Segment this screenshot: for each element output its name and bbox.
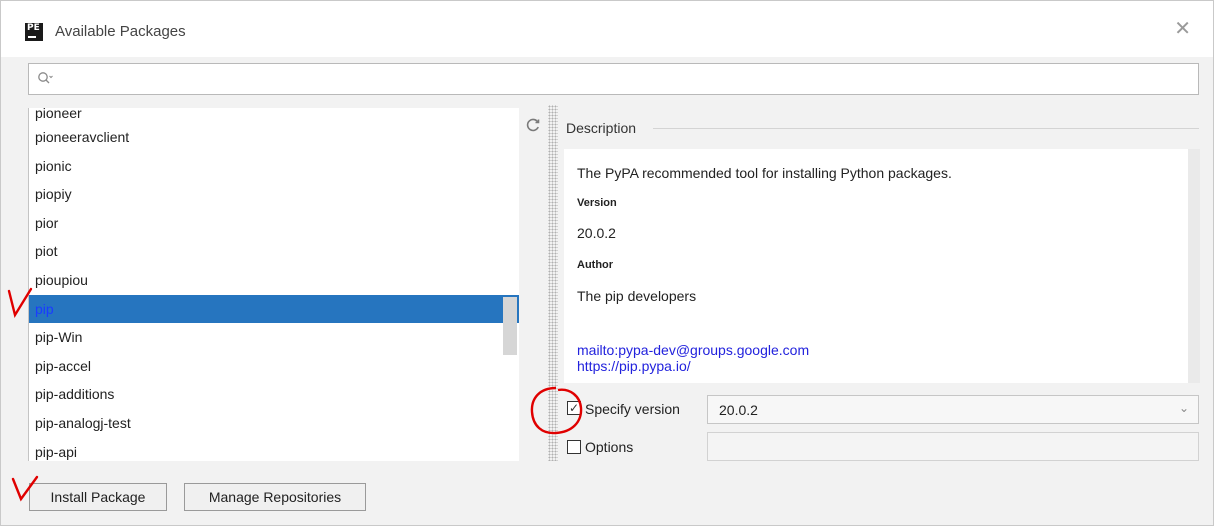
- list-item[interactable]: pip-Win: [29, 323, 519, 352]
- pycharm-edu-icon: PE: [25, 23, 43, 41]
- description-scrollbar[interactable]: [1188, 149, 1200, 383]
- list-item[interactable]: piopiy: [29, 180, 519, 209]
- list-scrollbar-thumb[interactable]: [503, 297, 517, 355]
- list-item[interactable]: pior: [29, 209, 519, 238]
- options-field[interactable]: [707, 432, 1199, 461]
- list-item[interactable]: pioneeravclient: [29, 123, 519, 152]
- list-item[interactable]: pioupiou: [29, 266, 519, 295]
- list-item[interactable]: piot: [29, 237, 519, 266]
- homepage-link[interactable]: https://pip.pypa.io/: [577, 358, 691, 374]
- author-label: Author: [577, 259, 614, 271]
- description-divider: [653, 128, 1199, 129]
- list-item[interactable]: pioneer: [29, 108, 519, 123]
- list-item[interactable]: pip-additions: [29, 380, 519, 409]
- search-field[interactable]: [28, 63, 1199, 95]
- version-select[interactable]: 20.0.2 ⌄: [707, 395, 1199, 424]
- version-label: Version: [577, 197, 617, 209]
- app-icon-text: PE: [27, 23, 40, 33]
- options-label[interactable]: Options: [585, 439, 633, 455]
- package-summary: The PyPA recommended tool for installing…: [577, 165, 952, 181]
- specify-version-checkbox[interactable]: ✓: [567, 401, 581, 415]
- package-list[interactable]: pioneer pioneeravclient pionic piopiy pi…: [28, 108, 519, 461]
- description-panel: The PyPA recommended tool for installing…: [564, 149, 1188, 383]
- email-link[interactable]: mailto:pypa-dev@groups.google.com: [577, 342, 809, 358]
- window-title: Available Packages: [55, 23, 186, 40]
- list-item-selected[interactable]: pip: [29, 294, 519, 324]
- list-item[interactable]: pionic: [29, 152, 519, 181]
- install-package-button[interactable]: Install Package: [29, 483, 167, 511]
- version-value: 20.0.2: [577, 225, 616, 241]
- available-packages-dialog: PE Available Packages ✕ pioneer pioneera…: [0, 0, 1214, 526]
- list-item[interactable]: pip-api: [29, 438, 519, 461]
- specify-version-label[interactable]: Specify version: [585, 401, 680, 417]
- search-input[interactable]: [59, 68, 1183, 92]
- version-select-value: 20.0.2: [719, 402, 758, 418]
- list-item[interactable]: pip-accel: [29, 352, 519, 381]
- search-icon[interactable]: [37, 71, 53, 88]
- description-header: Description: [566, 120, 637, 136]
- title-bar: PE Available Packages ✕: [1, 1, 1213, 57]
- manage-repositories-button[interactable]: Manage Repositories: [184, 483, 366, 511]
- author-value: The pip developers: [577, 288, 697, 304]
- refresh-icon[interactable]: [525, 117, 541, 136]
- options-checkbox[interactable]: [567, 440, 581, 454]
- chevron-down-icon[interactable]: ⌄: [1179, 401, 1189, 415]
- panel-splitter[interactable]: [548, 105, 558, 461]
- close-icon[interactable]: ✕: [1174, 19, 1191, 39]
- list-item[interactable]: pip-analogj-test: [29, 409, 519, 438]
